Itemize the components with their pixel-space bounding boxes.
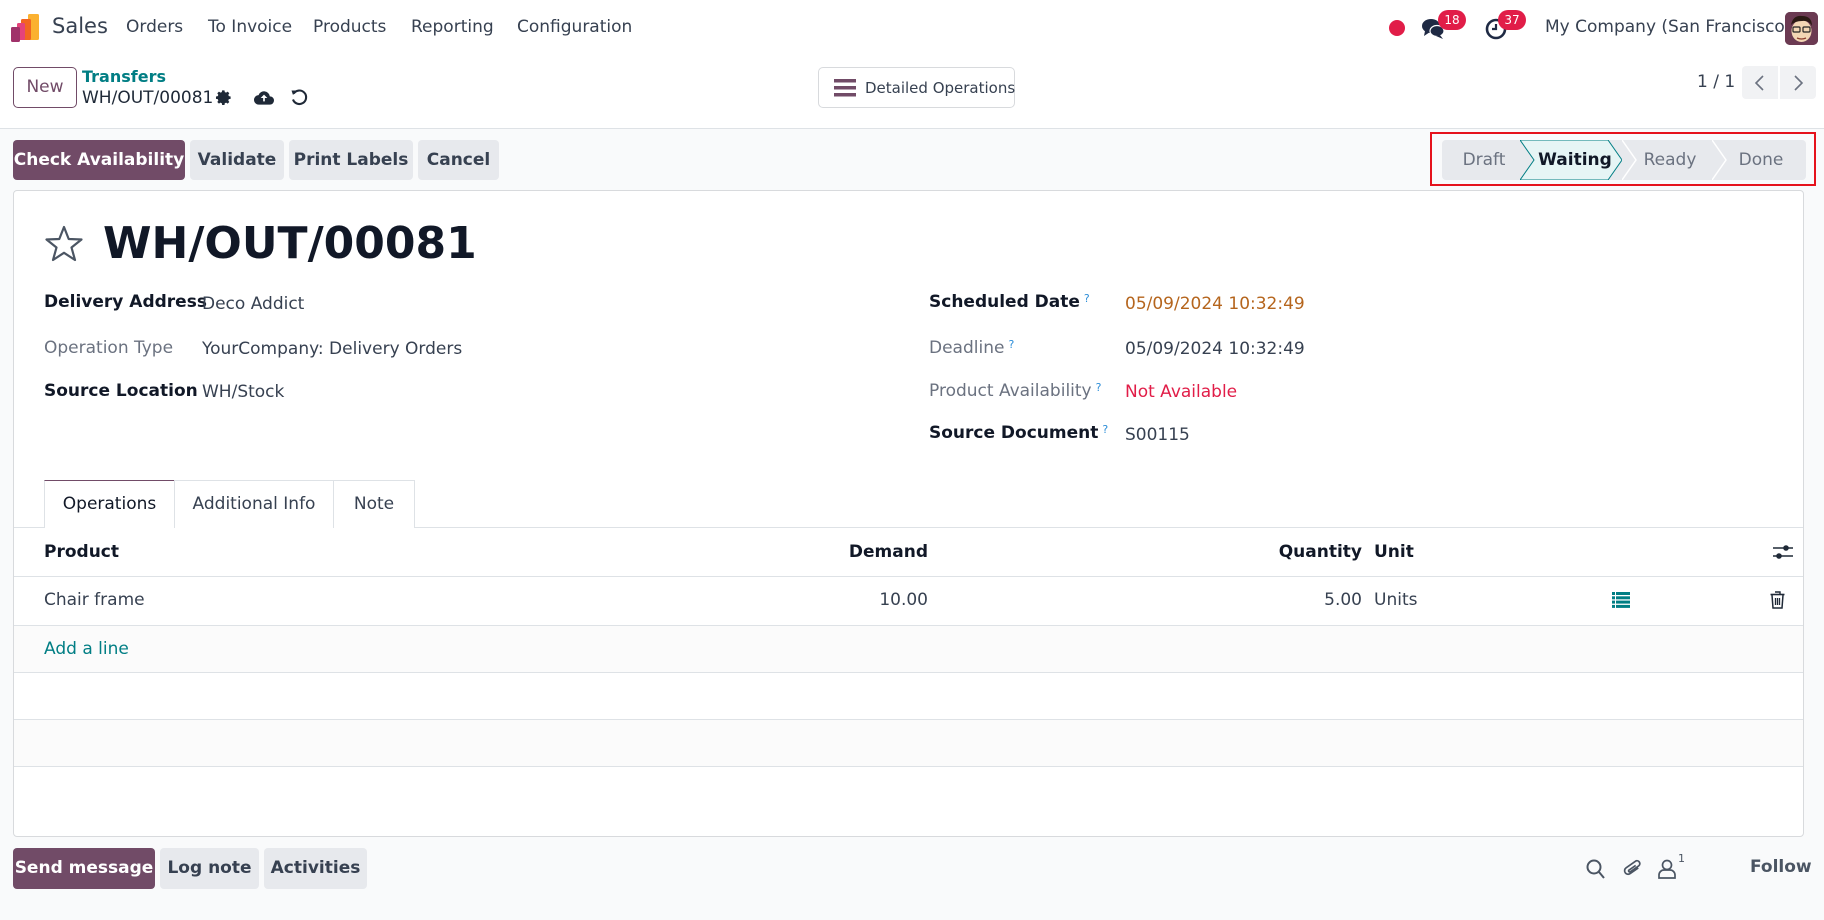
messages-badge: 18 bbox=[1438, 10, 1466, 30]
menu-to-invoice[interactable]: To Invoice bbox=[208, 17, 292, 37]
breadcrumb-current: WH/OUT/00081 bbox=[82, 88, 214, 108]
table-divider bbox=[14, 766, 1803, 767]
list-bars-icon bbox=[834, 79, 856, 97]
pager-next-button[interactable] bbox=[1780, 66, 1816, 99]
product-availability-label: Product Availability? bbox=[929, 381, 1101, 401]
validate-button[interactable]: Validate bbox=[190, 140, 284, 180]
row-product[interactable]: Chair frame bbox=[44, 590, 145, 610]
pager-previous-button[interactable] bbox=[1742, 66, 1778, 99]
favorite-star-icon[interactable] bbox=[44, 224, 84, 264]
scheduled-date-label: Scheduled Date? bbox=[929, 292, 1090, 312]
add-line-row bbox=[14, 626, 1803, 672]
active-tab-gap bbox=[45, 526, 174, 529]
help-tooltip-icon[interactable]: ? bbox=[1008, 338, 1014, 351]
operation-type-label: Operation Type bbox=[44, 338, 174, 358]
help-tooltip-icon[interactable]: ? bbox=[1096, 381, 1102, 394]
source-location-value[interactable]: WH/Stock bbox=[202, 382, 284, 402]
product-availability-value: Not Available bbox=[1125, 382, 1238, 402]
discard-changes-icon[interactable] bbox=[290, 89, 308, 107]
tab-additional-info[interactable]: Additional Info bbox=[174, 480, 334, 528]
app-name[interactable]: Sales bbox=[52, 14, 108, 38]
sales-app-logo-icon[interactable] bbox=[11, 14, 41, 42]
source-location-label: Source Location bbox=[44, 381, 198, 401]
delivery-address-label: Delivery Address bbox=[44, 292, 207, 312]
menu-products[interactable]: Products bbox=[313, 17, 386, 37]
product-availability-label-text: Product Availability bbox=[929, 381, 1092, 401]
deadline-value[interactable]: 05/09/2024 10:32:49 bbox=[1125, 339, 1305, 359]
scheduled-date-label-text: Scheduled Date bbox=[929, 292, 1080, 312]
top-navbar: Sales Orders To Invoice Products Reporti… bbox=[0, 0, 1824, 56]
followers-count: 1 bbox=[1678, 852, 1685, 865]
avatar-face-icon bbox=[1785, 12, 1818, 45]
detailed-operations-button[interactable]: Detailed Operations bbox=[818, 67, 1015, 108]
company-switcher[interactable]: My Company (San Francisco) bbox=[1545, 17, 1791, 37]
deadline-label: Deadline? bbox=[929, 338, 1014, 358]
menu-configuration[interactable]: Configuration bbox=[517, 17, 632, 37]
cloud-upload-icon[interactable] bbox=[254, 89, 274, 107]
add-a-line-link[interactable]: Add a line bbox=[44, 639, 129, 659]
empty-row bbox=[14, 720, 1803, 766]
source-document-value[interactable]: S00115 bbox=[1125, 425, 1190, 445]
source-document-label-text: Source Document bbox=[929, 423, 1099, 443]
search-messages-icon[interactable] bbox=[1585, 858, 1607, 880]
user-avatar[interactable] bbox=[1785, 12, 1818, 45]
chevron-left-icon bbox=[1754, 75, 1764, 91]
deadline-label-text: Deadline bbox=[929, 338, 1005, 358]
record-title: WH/OUT/00081 bbox=[103, 218, 477, 269]
breadcrumb-transfers[interactable]: Transfers bbox=[82, 67, 166, 86]
column-header-demand[interactable]: Demand bbox=[828, 542, 928, 562]
detailed-operations-list-icon[interactable] bbox=[1612, 592, 1630, 608]
check-availability-button[interactable]: Check Availability bbox=[13, 140, 185, 180]
cancel-button[interactable]: Cancel bbox=[418, 140, 499, 180]
source-document-label: Source Document? bbox=[929, 423, 1108, 443]
help-tooltip-icon[interactable]: ? bbox=[1102, 423, 1108, 436]
activities-button[interactable]: Activities bbox=[264, 848, 367, 889]
column-header-unit[interactable]: Unit bbox=[1374, 542, 1414, 562]
column-header-quantity[interactable]: Quantity bbox=[1242, 542, 1362, 562]
help-tooltip-icon[interactable]: ? bbox=[1084, 292, 1090, 305]
delivery-address-value[interactable]: Deco Addict bbox=[202, 294, 304, 314]
scheduled-date-value[interactable]: 05/09/2024 10:32:49 bbox=[1125, 294, 1305, 314]
pager-value[interactable]: 1 / 1 bbox=[1697, 72, 1735, 92]
tab-note[interactable]: Note bbox=[333, 480, 415, 528]
menu-orders[interactable]: Orders bbox=[126, 17, 183, 37]
status-bar-highlight bbox=[1430, 132, 1816, 186]
gear-icon[interactable] bbox=[215, 89, 233, 107]
row-quantity[interactable]: 5.00 bbox=[1242, 590, 1362, 610]
follow-button[interactable]: Follow bbox=[1750, 857, 1812, 877]
menu-reporting[interactable]: Reporting bbox=[411, 17, 494, 37]
row-unit[interactable]: Units bbox=[1374, 590, 1417, 610]
status-indicator-dot[interactable] bbox=[1389, 20, 1405, 36]
attachment-paperclip-icon[interactable] bbox=[1622, 858, 1644, 880]
delete-row-trash-icon[interactable] bbox=[1770, 591, 1785, 609]
table-divider bbox=[14, 672, 1803, 673]
column-header-product[interactable]: Product bbox=[44, 542, 119, 562]
optional-columns-toggle-icon[interactable] bbox=[1773, 543, 1793, 561]
operation-type-value[interactable]: YourCompany: Delivery Orders bbox=[202, 339, 462, 359]
print-labels-button[interactable]: Print Labels bbox=[289, 140, 413, 180]
send-message-button[interactable]: Send message bbox=[13, 848, 155, 889]
tab-operations[interactable]: Operations bbox=[44, 480, 175, 528]
detailed-operations-label: Detailed Operations bbox=[865, 79, 1016, 97]
row-demand[interactable]: 10.00 bbox=[828, 590, 928, 610]
activities-badge: 37 bbox=[1498, 10, 1526, 30]
followers-icon[interactable] bbox=[1656, 858, 1678, 880]
chevron-right-icon bbox=[1794, 75, 1804, 91]
log-note-button[interactable]: Log note bbox=[160, 848, 259, 889]
new-button[interactable]: New bbox=[13, 67, 77, 108]
